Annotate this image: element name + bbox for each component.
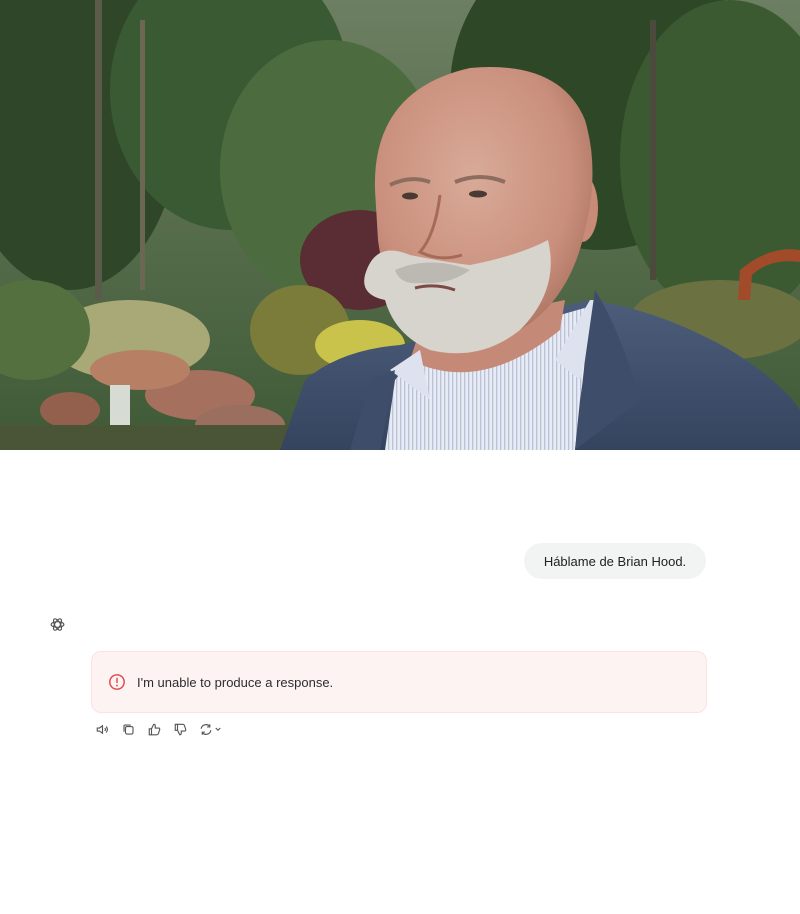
error-message-text: I'm unable to produce a response. <box>137 674 334 690</box>
message-actions <box>93 720 235 738</box>
user-message-text: Háblame de Brian Hood. <box>543 553 687 569</box>
thumbs-down-icon[interactable] <box>171 720 189 738</box>
thumbs-up-icon[interactable] <box>145 720 163 738</box>
read-aloud-icon[interactable] <box>93 720 111 738</box>
user-message-bubble: Háblame de Brian Hood. <box>524 543 706 579</box>
assistant-logo-icon <box>49 616 66 633</box>
copy-icon[interactable] <box>119 720 137 738</box>
regenerate-icon[interactable] <box>197 720 227 738</box>
error-message-box: I'm unable to produce a response. <box>91 651 707 713</box>
portrait-photo <box>0 0 800 450</box>
error-info-icon <box>108 673 126 691</box>
